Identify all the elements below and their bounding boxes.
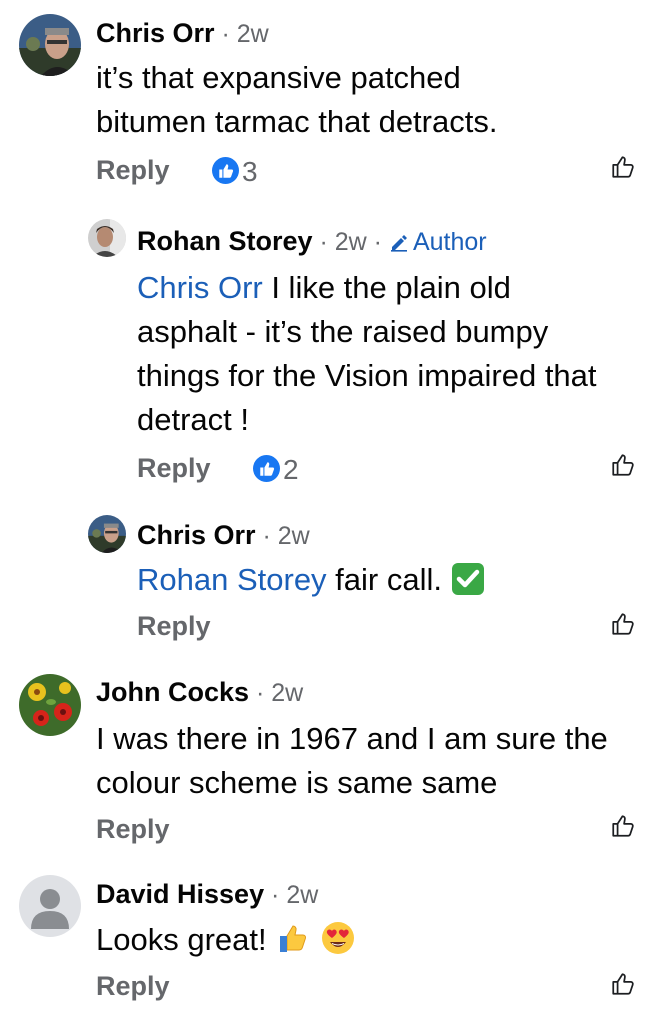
separator-dot: · bbox=[214, 20, 237, 48]
like-outline-icon bbox=[612, 815, 634, 837]
reply-button[interactable]: Reply bbox=[137, 611, 211, 641]
pencil-icon bbox=[389, 232, 409, 257]
separator-dot: · bbox=[249, 679, 272, 707]
check-mark-emoji bbox=[451, 562, 485, 608]
comment-timestamp[interactable]: 2w bbox=[286, 881, 318, 909]
separator-dot: · bbox=[312, 228, 335, 256]
mention-link[interactable]: Rohan Storey bbox=[137, 562, 327, 597]
comment-john-cocks: John Cocks · 2w I was there in 1967 and … bbox=[0, 660, 660, 860]
comment-text: fair call. bbox=[326, 562, 442, 597]
comment-rohan-storey: Rohan Storey · 2w · Author Chris Orr I l… bbox=[0, 200, 660, 500]
like-button[interactable] bbox=[610, 813, 636, 844]
avatar-photo-icon bbox=[88, 219, 126, 257]
avatar-chris-orr[interactable] bbox=[88, 515, 126, 553]
avatar-photo-icon bbox=[19, 14, 81, 76]
comment-author-name[interactable]: David Hissey bbox=[96, 879, 264, 909]
author-badge-label: Author bbox=[412, 228, 487, 256]
like-reaction-icon bbox=[211, 157, 239, 188]
avatar-david-hissey[interactable] bbox=[19, 875, 81, 937]
avatar-john-cocks[interactable] bbox=[19, 674, 81, 736]
comment-body: it’s that expansive patched bitumen tarm… bbox=[96, 60, 498, 139]
comment-timestamp[interactable]: 2w bbox=[237, 20, 269, 48]
reaction-count: 2 bbox=[282, 454, 299, 485]
like-reaction-icon bbox=[252, 455, 280, 486]
separator-dot: · bbox=[264, 881, 287, 909]
like-button[interactable] bbox=[610, 154, 636, 185]
like-button[interactable] bbox=[610, 971, 636, 1002]
comment-author-name[interactable]: Chris Orr bbox=[137, 520, 256, 550]
comment-author-name[interactable]: John Cocks bbox=[96, 677, 249, 707]
comment-timestamp[interactable]: 2w bbox=[278, 522, 310, 550]
comment-body: Looks great! bbox=[96, 918, 616, 968]
comment-body: I was there in 1967 and I am sure the co… bbox=[96, 721, 608, 800]
reply-button[interactable]: Reply bbox=[96, 971, 170, 1001]
flower-avatar-icon bbox=[19, 674, 81, 736]
author-badge: Author bbox=[389, 228, 487, 256]
like-outline-icon bbox=[612, 613, 634, 635]
comment-body: Chris Orr I like the plain old asphalt -… bbox=[137, 266, 617, 442]
reply-button[interactable]: Reply bbox=[137, 453, 211, 483]
comment-timestamp[interactable]: 2w bbox=[335, 228, 367, 256]
default-avatar-icon bbox=[19, 875, 81, 937]
avatar-rohan-storey[interactable] bbox=[88, 219, 126, 257]
comment-text: Looks great! bbox=[96, 922, 267, 957]
comment-chris-orr-2: Chris Orr · 2w Rohan Storey fair call. R… bbox=[0, 500, 660, 660]
mention-link[interactable]: Chris Orr bbox=[137, 270, 263, 305]
like-outline-icon bbox=[612, 454, 634, 476]
heart-eyes-emoji bbox=[320, 920, 356, 968]
comment-body: Rohan Storey fair call. bbox=[137, 558, 617, 608]
comment-chris-orr-1: Chris Orr · 2w it’s that expansive patch… bbox=[0, 0, 660, 200]
avatar-photo-icon bbox=[88, 515, 126, 553]
reply-button[interactable]: Reply bbox=[96, 814, 170, 844]
reaction-count: 3 bbox=[241, 156, 258, 187]
comment-author-name[interactable]: Chris Orr bbox=[96, 18, 215, 48]
separator-dot: · bbox=[255, 522, 278, 550]
avatar-chris-orr[interactable] bbox=[19, 14, 81, 76]
separator-dot: · bbox=[366, 228, 389, 256]
like-button[interactable] bbox=[610, 611, 636, 642]
comment-david-hissey: David Hissey · 2w Looks great! Reply bbox=[0, 860, 660, 1024]
comment-timestamp[interactable]: 2w bbox=[271, 679, 303, 707]
reaction-summary[interactable]: 3 bbox=[211, 156, 258, 188]
comment-author-name[interactable]: Rohan Storey bbox=[137, 226, 313, 256]
thumbs-up-emoji bbox=[275, 920, 311, 968]
like-outline-icon bbox=[612, 156, 634, 178]
like-button[interactable] bbox=[610, 452, 636, 483]
reaction-summary[interactable]: 2 bbox=[252, 454, 299, 486]
reply-button[interactable]: Reply bbox=[96, 155, 170, 185]
like-outline-icon bbox=[612, 973, 634, 995]
